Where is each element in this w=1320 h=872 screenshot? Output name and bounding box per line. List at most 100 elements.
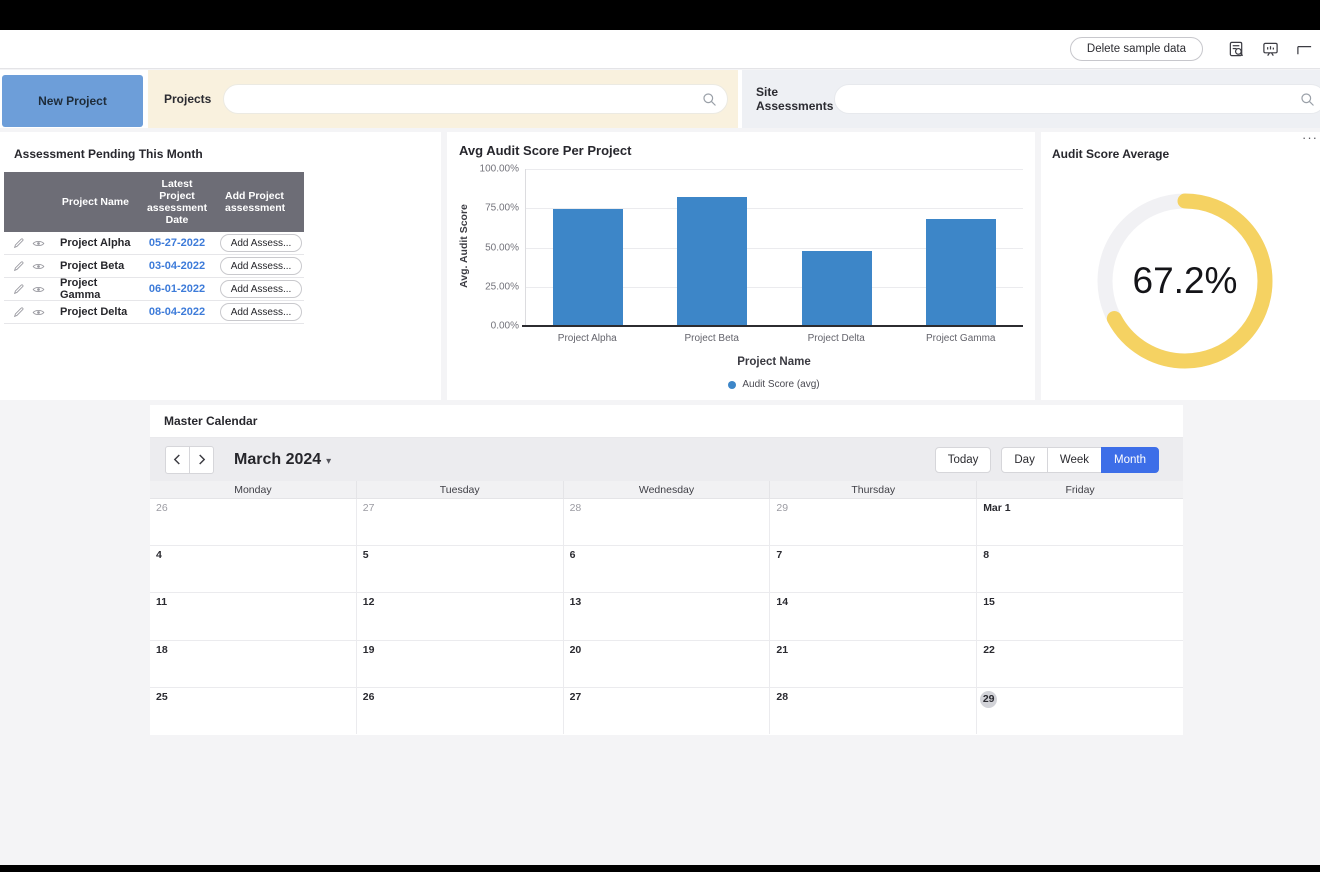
today-date-badge: 29 [980,691,997,708]
delete-sample-data-button[interactable]: Delete sample data [1070,37,1203,61]
projects-label: Projects [164,92,211,106]
site-assessments-label: Site Assessments [756,85,826,114]
table-row: Project Alpha 05-27-2022 Add Assess... [4,232,304,255]
view-button-month[interactable]: Month [1101,447,1159,473]
y-tick-label: 100.00% [471,164,519,175]
view-icon[interactable] [32,283,45,296]
calendar-day-cell[interactable]: 7 [770,546,977,592]
calendar-nav-group [165,446,214,474]
calendar-toolbar: March 2024▾ Today DayWeekMonth [150,438,1183,481]
edit-icon[interactable] [13,306,25,318]
weekday-header-row: MondayTuesdayWednesdayThursdayFriday [150,481,1183,499]
calendar-week-row: 1819202122 [150,641,1183,688]
view-icon[interactable] [32,237,45,250]
today-button[interactable]: Today [935,447,992,473]
calendar-day-cell[interactable]: 8 [977,546,1183,592]
calendar-day-cell[interactable]: 29 [977,688,1183,734]
calendar-day-cell[interactable]: 5 [357,546,564,592]
site-assessments-filter-panel: Site Assessments [742,70,1320,128]
card-overflow-menu-icon[interactable]: ··· [1302,133,1318,143]
calendar-day-cell[interactable]: 15 [977,593,1183,639]
new-project-button[interactable]: New Project [2,75,143,127]
chart-title: Avg Audit Score Per Project [459,143,631,158]
filter-row: New Project Projects Site Assessments [0,70,1320,128]
calendar-day-cell[interactable]: Mar 1 [977,499,1183,545]
assessment-date-link[interactable]: 03-04-2022 [149,260,205,272]
y-tick-label: 50.00% [471,242,519,253]
calendar-day-cell[interactable]: 25 [150,688,357,734]
y-tick-label: 75.00% [471,203,519,214]
add-assessment-button[interactable]: Add Assess... [220,303,302,321]
edit-icon[interactable] [13,260,25,272]
weekday-label: Thursday [770,481,977,498]
calendar-day-cell[interactable]: 27 [564,688,771,734]
project-name: Project Beta [60,260,136,272]
clipped-edge-icon[interactable] [1295,40,1313,58]
add-assessment-button[interactable]: Add Assess... [220,234,302,252]
calendar-title-bar: Master Calendar [150,405,1183,438]
assessment-date-link[interactable]: 06-01-2022 [149,283,205,295]
calendar-day-cell[interactable]: 26 [357,688,564,734]
edit-icon[interactable] [13,283,25,295]
add-assessment-button[interactable]: Add Assess... [220,280,302,298]
view-icon[interactable] [32,306,45,319]
report-search-icon[interactable] [1227,40,1245,58]
calendar-week-row: 45678 [150,546,1183,593]
calendar-day-cell[interactable]: 26 [150,499,357,545]
site-assessments-search-input[interactable] [849,85,1295,113]
calendar-day-cell[interactable]: 6 [564,546,771,592]
x-axis-line [522,325,1023,327]
card-title: Assessment Pending This Month [0,132,441,161]
month-selector[interactable]: March 2024▾ [234,451,331,469]
calendar-day-cell[interactable]: 28 [770,688,977,734]
calendar-week-row: 2526272829 [150,688,1183,734]
calendar-grid: 26272829Mar 1456781112131415181920212225… [150,499,1183,734]
view-button-week[interactable]: Week [1047,447,1102,473]
x-tick-label: Project Delta [774,333,899,344]
app-toolbar: Delete sample data [0,30,1320,69]
next-month-button[interactable] [189,446,214,474]
weekday-label: Wednesday [564,481,771,498]
gauge-title: Audit Score Average [1041,132,1320,161]
calendar-day-cell[interactable]: 20 [564,641,771,687]
projects-search-input[interactable] [238,85,697,113]
calendar-day-cell[interactable]: 11 [150,593,357,639]
calendar-day-cell[interactable]: 13 [564,593,771,639]
x-axis-title: Project Name [525,356,1023,368]
prev-month-button[interactable] [165,446,190,474]
calendar-day-cell[interactable]: 29 [770,499,977,545]
calendar-day-cell[interactable]: 27 [357,499,564,545]
chevron-down-icon: ▾ [326,456,331,467]
add-assessment-button[interactable]: Add Assess... [220,257,302,275]
bar-project-beta[interactable] [677,197,747,326]
column-header: Latest Project assessment Date [136,172,218,232]
calendar-day-cell[interactable]: 19 [357,641,564,687]
calendar-day-cell[interactable]: 28 [564,499,771,545]
calendar-day-cell[interactable]: 22 [977,641,1183,687]
bar-project-delta[interactable] [802,251,872,326]
chart-legend: Audit Score (avg) [525,379,1023,390]
calendar-day-cell[interactable]: 18 [150,641,357,687]
project-name: Project Alpha [60,237,136,249]
bar-project-gamma[interactable] [926,219,996,326]
pending-table-head: Project NameLatest Project assessment Da… [4,172,304,232]
bottom-black-bar [0,865,1320,872]
calendar-day-cell[interactable]: 4 [150,546,357,592]
presentation-board-icon[interactable] [1261,40,1279,58]
calendar-day-cell[interactable]: 14 [770,593,977,639]
assessment-date-link[interactable]: 05-27-2022 [149,237,205,249]
calendar-day-cell[interactable]: 21 [770,641,977,687]
legend-label: Audit Score (avg) [742,379,819,390]
view-button-day[interactable]: Day [1001,447,1047,473]
edit-icon[interactable] [13,237,25,249]
site-assessments-search [834,84,1320,114]
view-icon[interactable] [32,260,45,273]
assessment-date-link[interactable]: 08-04-2022 [149,306,205,318]
bar-project-alpha[interactable] [553,209,623,326]
view-switcher: DayWeekMonth [1001,447,1159,473]
table-row: Project Delta08-04-2022Add Assess... [4,301,304,324]
calendar-day-cell[interactable]: 12 [357,593,564,639]
projects-filter-panel: Projects [148,70,738,128]
avg-audit-score-chart-card: Avg Audit Score Per Project Avg. Audit S… [447,132,1035,400]
y-tick-label: 0.00% [471,321,519,332]
